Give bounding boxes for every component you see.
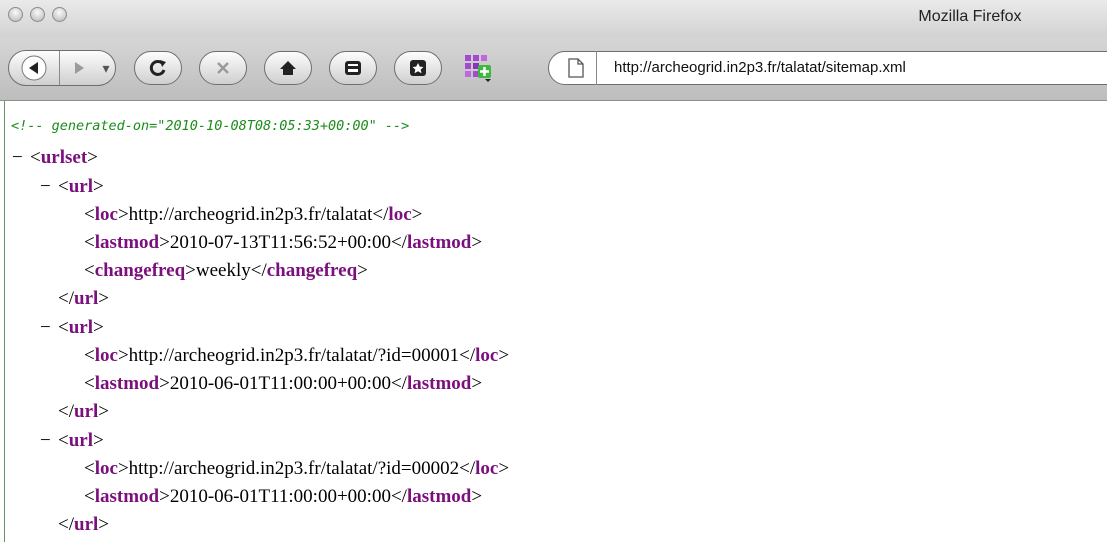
- lastmod-value: 2010-06-01T11:00:00+00:00: [169, 486, 391, 507]
- collapse-toggle[interactable]: −: [40, 316, 58, 340]
- loc-value: http://archeogrid.in2p3.fr/talatat/?id=0…: [128, 458, 460, 479]
- minimize-window-button[interactable]: [30, 7, 45, 22]
- stop-icon: [217, 62, 229, 74]
- xml-line-urlset-open: − <urlset>: [12, 146, 98, 170]
- zoom-window-button[interactable]: [52, 7, 67, 22]
- page-icon: [568, 58, 584, 83]
- collapse-toggle[interactable]: −: [40, 429, 58, 453]
- loc-value: http://archeogrid.in2p3.fr/talatat/?id=0…: [128, 345, 460, 366]
- xml-line-loc: <loc>http://archeogrid.in2p3.fr/talatat/…: [84, 345, 510, 366]
- xml-line-changefreq: <changefreq>weekly</changefreq>: [84, 260, 368, 281]
- close-window-button[interactable]: [8, 7, 23, 22]
- lastmod-value: 2010-07-13T11:56:52+00:00: [169, 232, 391, 253]
- xml-line-lastmod: <lastmod>2010-07-13T11:56:52+00:00</last…: [84, 232, 483, 253]
- reload-icon: [149, 59, 166, 76]
- collapse-toggle[interactable]: −: [12, 146, 30, 170]
- url-bar-divider: [596, 51, 597, 85]
- home-button[interactable]: [264, 51, 312, 85]
- content-edge: [4, 101, 5, 542]
- collapse-toggle[interactable]: −: [40, 175, 58, 199]
- back-button[interactable]: [9, 51, 60, 85]
- download-icon: [345, 61, 361, 75]
- window-title: Mozilla Firefox: [918, 8, 1022, 25]
- back-icon: [21, 55, 47, 81]
- changefreq-value: weekly: [195, 260, 251, 281]
- forward-button[interactable]: [59, 51, 99, 85]
- bookmark-button[interactable]: [394, 51, 442, 85]
- home-icon: [280, 61, 296, 75]
- stop-button[interactable]: [199, 51, 247, 85]
- xml-line-lastmod: <lastmod>2010-06-01T11:00:00+00:00</last…: [84, 486, 483, 507]
- xml-line-url-close: </url>: [58, 514, 109, 535]
- back-forward-group: ▾: [8, 50, 116, 86]
- addon-icon: [465, 55, 491, 82]
- xml-tag-urlset: urlset: [40, 147, 88, 168]
- loc-value: http://archeogrid.in2p3.fr/talatat: [128, 204, 373, 225]
- reload-button[interactable]: [134, 51, 182, 85]
- download-button[interactable]: [329, 51, 377, 85]
- history-dropdown[interactable]: ▾: [97, 51, 115, 85]
- xml-line-loc: <loc>http://archeogrid.in2p3.fr/talatat/…: [84, 458, 510, 479]
- bookmark-icon: [410, 60, 426, 76]
- xml-line-loc: <loc>http://archeogrid.in2p3.fr/talatat<…: [84, 204, 423, 225]
- xml-comment: <!-- generated-on="2010-10-08T08:05:33+0…: [11, 118, 410, 134]
- xml-line-url-open: − <url>: [40, 316, 104, 340]
- xml-line-url-close: </url>: [58, 288, 109, 309]
- xml-line-url-close: </url>: [58, 401, 109, 422]
- xml-line-url-open: − <url>: [40, 429, 104, 453]
- forward-icon: [75, 62, 84, 74]
- xml-line-lastmod: <lastmod>2010-06-01T11:00:00+00:00</last…: [84, 373, 483, 394]
- url-text[interactable]: http://archeogrid.in2p3.fr/talatat/sitem…: [614, 59, 906, 76]
- lastmod-value: 2010-06-01T11:00:00+00:00: [169, 373, 391, 394]
- addon-button[interactable]: [463, 53, 493, 83]
- xml-line-url-open: − <url>: [40, 175, 104, 199]
